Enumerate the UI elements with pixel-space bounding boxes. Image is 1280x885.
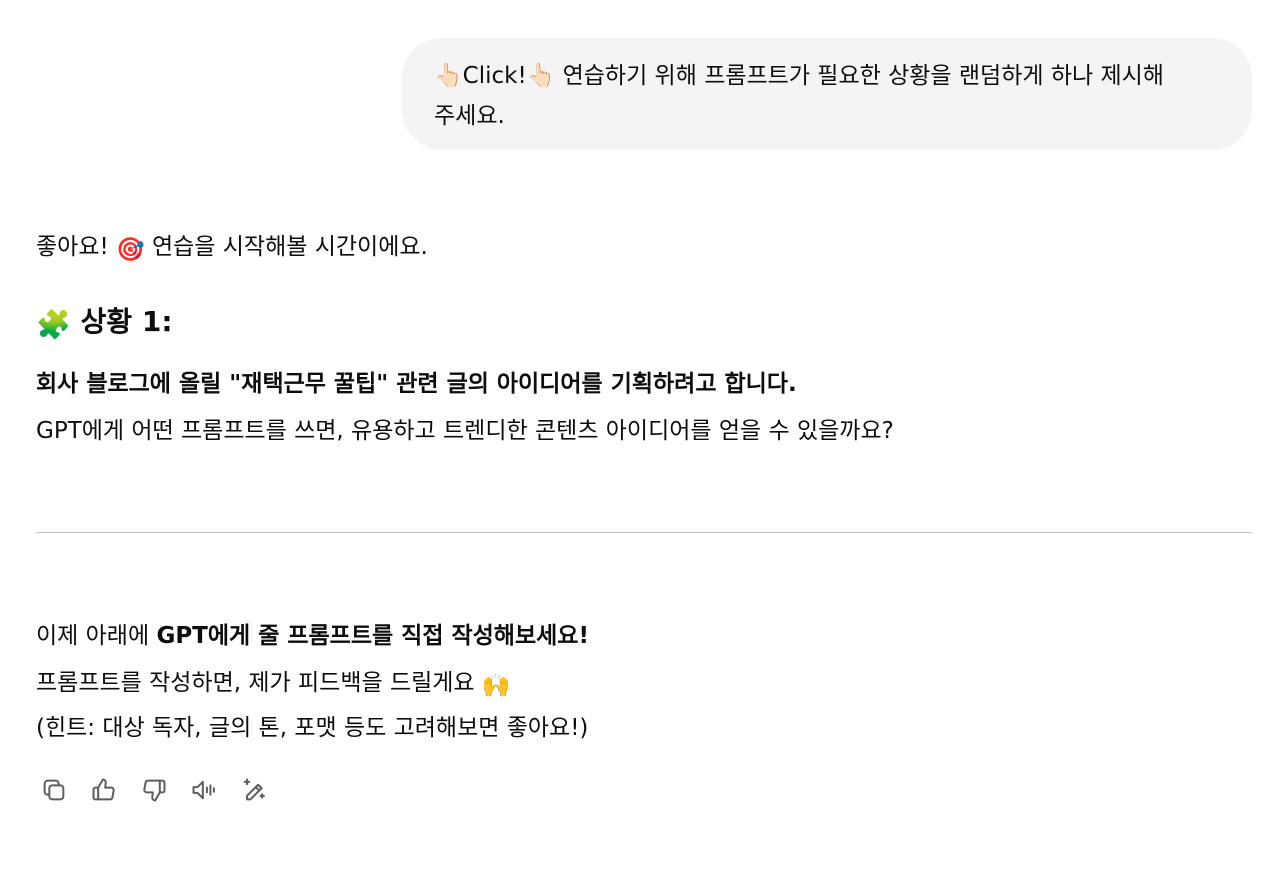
heading-text: 상황 1: [80, 305, 173, 338]
intro-rest-text: 연습을 시작해볼 시간이에요. [144, 234, 428, 260]
cta-line: 이제 아래에 GPT에게 줄 프롬프트를 직접 작성해보세요! [36, 620, 589, 652]
situation-description: 회사 블로그에 올릴 "재택근무 꿀팁" 관련 글의 아이디어를 기획하려고 합… [36, 371, 797, 397]
divider [36, 532, 1252, 533]
feedback-text: 프롬프트를 작성하면, 제가 피드백을 드릴게요 [36, 670, 482, 696]
read-aloud-icon [192, 780, 215, 800]
cta-bold: GPT에게 줄 프롬프트를 직접 작성해보세요! [156, 623, 589, 649]
message-actions [36, 772, 272, 808]
situation-heading: 🧩 상황 1: [36, 302, 173, 345]
assistant-intro: 좋아요! 🎯 연습을 시작해볼 시간이에요. [36, 231, 428, 266]
chat-page: 👆🏻Click!👆🏻 연습하기 위해 프롬프트가 필요한 상황을 랜덤하게 하나… [0, 0, 1280, 885]
edit-button[interactable] [236, 772, 272, 808]
read-aloud-button[interactable] [186, 772, 222, 808]
thumbs-up-icon [92, 778, 115, 801]
thumbs-down-button[interactable] [136, 772, 172, 808]
edit-sparkle-icon [243, 778, 265, 801]
thumbs-down-icon [143, 779, 166, 802]
feedback-line: 프롬프트를 작성하면, 제가 피드백을 드릴게요 🙌 [36, 667, 511, 702]
copy-icon [43, 779, 65, 801]
copy-button[interactable] [36, 772, 72, 808]
puzzle-emoji: 🧩 [36, 308, 71, 341]
dart-emoji: 🎯 [116, 237, 145, 263]
user-message-bubble: 👆🏻Click!👆🏻 연습하기 위해 프롬프트가 필요한 상황을 랜덤하게 하나… [402, 38, 1252, 150]
user-message-line-1: 👆🏻Click!👆🏻 연습하기 위해 프롬프트가 필요한 상황을 랜덤하게 하나… [434, 63, 1164, 89]
raised-hands-emoji: 🙌 [481, 673, 511, 699]
cta-prefix: 이제 아래에 [36, 623, 157, 649]
situation-question: GPT에게 어떤 프롬프트를 쓰면, 유용하고 트렌디한 콘텐츠 아이디어를 얻… [36, 418, 894, 444]
hint-line: (힌트: 대상 독자, 글의 톤, 포맷 등도 고려해보면 좋아요!) [36, 715, 589, 741]
intro-text: 좋아요! [36, 234, 117, 260]
thumbs-up-button[interactable] [86, 772, 122, 808]
user-message-line-2: 주세요. [434, 103, 505, 129]
